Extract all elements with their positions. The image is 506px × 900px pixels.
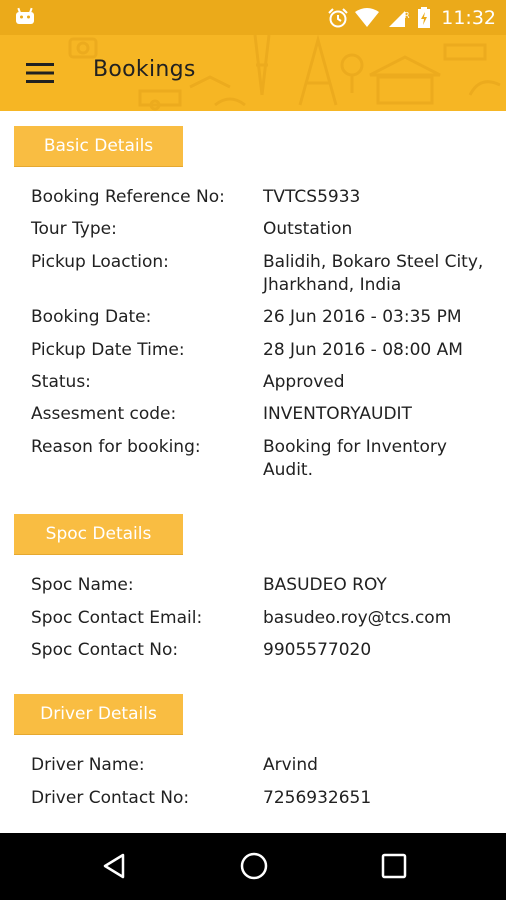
travel-pattern-background (68, 35, 501, 111)
recents-button[interactable] (364, 843, 424, 889)
detail-value: Arvind (263, 755, 318, 775)
detail-value: Booking for Inventory Audit. (263, 437, 447, 480)
detail-value: TVTCS5933 (263, 187, 361, 207)
detail-label: Driver Contact No: (31, 788, 190, 808)
clock-time: 11:32 (441, 6, 496, 29)
detail-label: Driver Name: (31, 755, 145, 775)
status-bar: R 11:32 (0, 0, 506, 35)
android-icon (16, 7, 34, 24)
back-icon (103, 853, 125, 879)
detail-value: 26 Jun 2016 - 03:35 PM (263, 307, 462, 327)
detail-label: Spoc Contact No: (31, 640, 179, 660)
back-button[interactable] (84, 843, 144, 889)
detail-label: Tour Type: (31, 219, 117, 239)
detail-value: INVENTORYAUDIT (263, 404, 412, 424)
hamburger-menu-icon (26, 63, 54, 83)
menu-button[interactable] (14, 49, 66, 97)
battery-icon (418, 6, 431, 28)
recents-icon (381, 853, 407, 879)
detail-value: Approved (263, 372, 345, 392)
detail-label: Spoc Name: (31, 575, 134, 595)
detail-label: Pickup Loaction: (31, 252, 169, 272)
page-title: Bookings (93, 57, 196, 82)
detail-label: Booking Date: (31, 307, 152, 327)
alarm-icon (328, 7, 348, 27)
detail-value[interactable]: 9905577020 (263, 639, 493, 662)
home-icon (240, 852, 268, 880)
signal-icon: R (389, 10, 410, 27)
detail-label: Assesment code: (31, 404, 177, 424)
section-header-driver-details: Driver Details (14, 694, 183, 735)
app-bar: Bookings (0, 35, 506, 111)
detail-value: BASUDEO ROY (263, 575, 387, 595)
booking-details: Basic Details Booking Reference No: TVTC… (0, 111, 506, 833)
wifi-icon (355, 7, 380, 27)
detail-label: Status: (31, 372, 91, 392)
detail-label: Reason for booking: (31, 437, 201, 457)
detail-value: Balidih, Bokaro Steel City, Jharkhand, I… (263, 252, 484, 295)
detail-label: Spoc Contact Email: (31, 608, 203, 628)
section-header-spoc-details: Spoc Details (14, 514, 183, 555)
detail-label: Pickup Date Time: (31, 340, 185, 360)
detail-value[interactable]: 7256932651 (263, 787, 493, 810)
section-header-basic-details: Basic Details (14, 126, 183, 167)
svg-text:R: R (404, 11, 410, 20)
detail-value: 28 Jun 2016 - 08:00 AM (263, 340, 463, 360)
system-navigation-bar (0, 833, 506, 900)
detail-value[interactable]: basudeo.roy@tcs.com (263, 607, 493, 630)
detail-value: Outstation (263, 219, 353, 239)
detail-label: Booking Reference No: (31, 187, 225, 207)
home-button[interactable] (224, 843, 284, 889)
